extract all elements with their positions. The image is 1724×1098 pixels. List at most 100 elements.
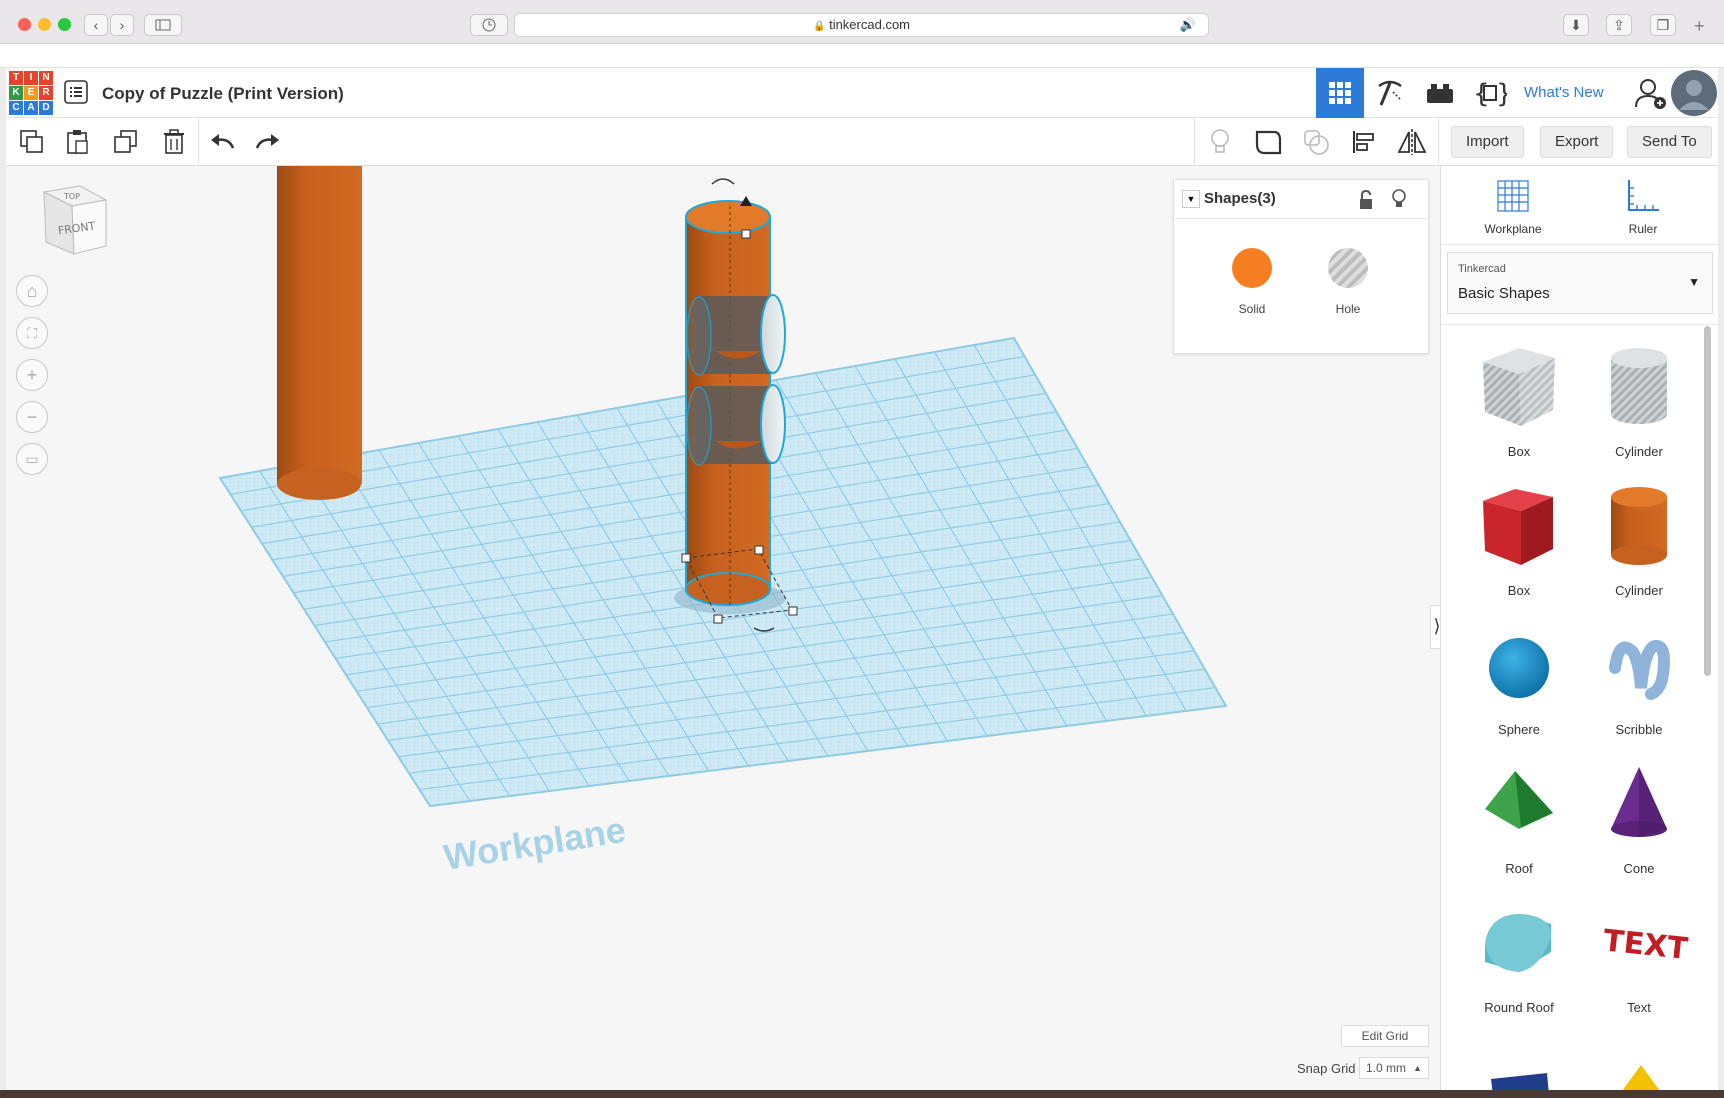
tinkercad-logo[interactable]: T I N K E R C A D xyxy=(9,71,53,115)
toolbar-divider xyxy=(1438,118,1439,166)
caret-up-icon: ▲ xyxy=(1413,1063,1422,1073)
redo-button[interactable] xyxy=(250,124,286,160)
downloads-button[interactable]: ⬇ xyxy=(1563,14,1589,36)
panel-scrollbar[interactable] xyxy=(1704,326,1711,676)
height-handle[interactable] xyxy=(741,229,751,239)
undo-button[interactable] xyxy=(204,124,240,160)
box-icon xyxy=(1483,489,1553,565)
send-to-button[interactable]: Send To xyxy=(1627,126,1712,158)
logo-letter: I xyxy=(24,71,38,85)
shape-text[interactable]: TEXT Text xyxy=(1579,896,1699,1026)
shape-sphere[interactable]: Sphere xyxy=(1459,618,1579,748)
close-window-button[interactable] xyxy=(18,18,31,31)
zoom-in-button[interactable]: + xyxy=(16,359,48,391)
shape-scribble[interactable]: Scribble xyxy=(1579,618,1699,748)
blocks-mode-button[interactable] xyxy=(1366,68,1414,118)
trash-icon xyxy=(164,129,184,154)
logo-letter: D xyxy=(39,101,53,115)
back-button[interactable]: ‹ xyxy=(84,14,108,36)
shape-cylinder[interactable]: Cylinder xyxy=(1579,479,1699,609)
grid-icon xyxy=(1329,82,1351,104)
cylinder-shape-left[interactable] xyxy=(277,166,362,500)
hole-option[interactable]: Hole xyxy=(1308,248,1388,316)
import-button[interactable]: Import xyxy=(1451,126,1524,158)
fit-view-button[interactable]: ⛶ xyxy=(16,317,48,349)
show-all-button[interactable] xyxy=(1202,124,1238,160)
shape-cone[interactable]: Cone xyxy=(1579,757,1699,887)
library-vendor: Tinkercad xyxy=(1458,263,1506,275)
shape-partial[interactable] xyxy=(1579,1035,1699,1090)
invite-user-button[interactable] xyxy=(1626,68,1674,118)
ungroup-button[interactable] xyxy=(1298,124,1334,160)
forward-button[interactable]: › xyxy=(110,14,134,36)
export-button[interactable]: Export xyxy=(1540,126,1614,158)
edit-grid-button[interactable]: Edit Grid xyxy=(1341,1025,1429,1047)
new-tab-button[interactable]: + xyxy=(1694,16,1705,37)
edit-toolbar: Import Export Send To xyxy=(6,118,1718,166)
resize-handle[interactable] xyxy=(713,614,723,624)
fit-icon: ⛶ xyxy=(27,324,37,341)
minimize-window-button[interactable] xyxy=(38,18,51,31)
paste-icon xyxy=(67,130,88,154)
shape-roof[interactable]: Roof xyxy=(1459,757,1579,887)
resize-handle[interactable] xyxy=(681,553,691,563)
resize-handle[interactable] xyxy=(788,606,798,616)
view-cube[interactable]: TOP FRONT xyxy=(36,178,116,263)
share-button[interactable]: ⇪ xyxy=(1606,14,1632,36)
shape-box[interactable]: Box xyxy=(1459,479,1579,609)
browser-titlebar: ‹ › 🔒 tinkercad.com 🔊 ⬇ ⇪ ❐ + xyxy=(0,0,1724,44)
panel-divider xyxy=(1441,244,1719,245)
logo-letter: A xyxy=(24,101,38,115)
solid-option[interactable]: Solid xyxy=(1212,248,1292,316)
resize-handle[interactable] xyxy=(754,545,764,555)
workplane-tool[interactable]: Workplane xyxy=(1463,178,1563,236)
design-list-button[interactable] xyxy=(64,80,88,109)
zoom-window-button[interactable] xyxy=(58,18,71,31)
logo-letter: R xyxy=(39,86,53,100)
shapes-panel: Workplane Ruler Tinkercad Basic Shapes ▼… xyxy=(1440,166,1719,1090)
perspective-toggle-button[interactable]: ▭ xyxy=(16,443,48,475)
whats-new-link[interactable]: What's New xyxy=(1524,84,1604,101)
snap-grid-value: 1.0 mm xyxy=(1366,1061,1407,1075)
hole-swatch[interactable] xyxy=(1328,248,1368,288)
sidebar-toggle-button[interactable] xyxy=(144,14,182,36)
align-button[interactable] xyxy=(1346,124,1382,160)
url-text: tinkercad.com xyxy=(829,17,910,32)
tabs-button[interactable]: ❐ xyxy=(1650,14,1676,36)
delete-button[interactable] xyxy=(156,124,192,160)
hide-button[interactable] xyxy=(1392,189,1406,214)
design-title[interactable]: Copy of Puzzle (Print Version) xyxy=(102,84,344,104)
brick-icon xyxy=(1427,84,1453,103)
group-button[interactable] xyxy=(1250,124,1286,160)
roof-icon xyxy=(1485,771,1553,829)
codeblocks-mode-button[interactable]: {} xyxy=(1466,68,1514,118)
shape-cylinder-hole[interactable]: Cylinder xyxy=(1579,340,1699,470)
home-icon: ⌂ xyxy=(26,280,38,301)
paste-button[interactable] xyxy=(60,124,96,160)
ruler-tool[interactable]: Ruler xyxy=(1593,178,1693,236)
mirror-button[interactable] xyxy=(1394,124,1430,160)
collapse-inspector-button[interactable]: ▼ xyxy=(1182,190,1200,208)
copy-button[interactable] xyxy=(14,124,50,160)
rotate-handle-icon[interactable] xyxy=(711,178,735,185)
snap-grid-select[interactable]: 1.0 mm ▲ xyxy=(1359,1057,1429,1079)
shape-round-roof[interactable]: Round Roof xyxy=(1459,896,1579,1026)
list-icon xyxy=(64,80,88,104)
shape-label: Scribble xyxy=(1615,722,1663,737)
duplicate-button[interactable] xyxy=(108,124,144,160)
history-button[interactable] xyxy=(470,14,508,36)
shape-box-hole[interactable]: Box xyxy=(1459,340,1579,470)
avatar[interactable] xyxy=(1670,68,1718,118)
home-view-button[interactable]: ⌂ xyxy=(16,275,48,307)
solid-color-swatch[interactable] xyxy=(1232,248,1272,288)
logo-letter: K xyxy=(9,86,23,100)
zoom-out-button[interactable]: − xyxy=(16,401,48,433)
lock-icon: 🔒 xyxy=(813,21,826,32)
bricks-mode-button[interactable] xyxy=(1416,68,1464,118)
address-bar[interactable]: 🔒 tinkercad.com 🔊 xyxy=(514,13,1209,37)
shape-partial[interactable] xyxy=(1459,1035,1579,1090)
3d-design-view-button[interactable] xyxy=(1316,68,1364,118)
speaker-icon[interactable]: 🔊 xyxy=(1180,14,1196,36)
lock-button[interactable] xyxy=(1358,189,1374,215)
shape-library-select[interactable]: Tinkercad Basic Shapes ▼ xyxy=(1447,252,1713,314)
